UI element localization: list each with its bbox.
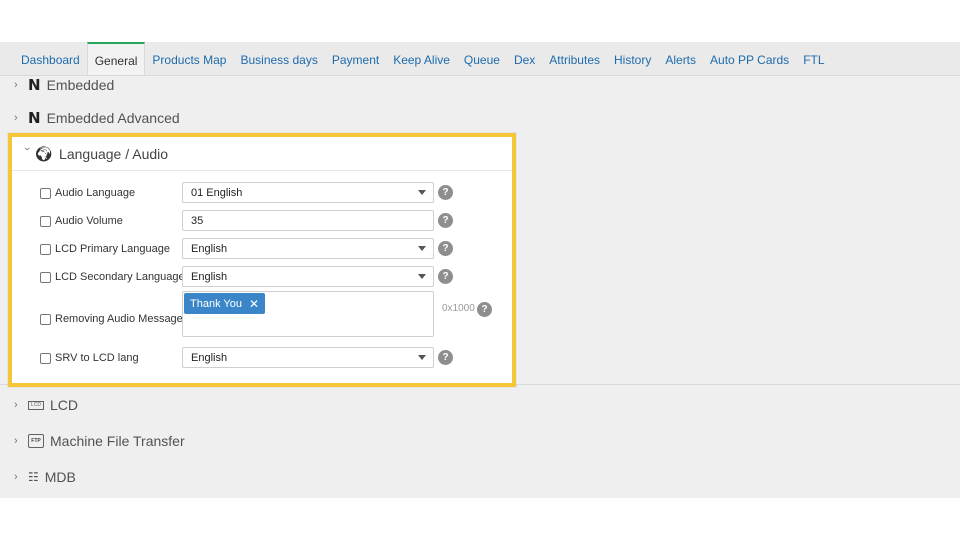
chevron-right-icon: › (14, 79, 18, 91)
section-embedded[interactable]: › N Embedded (14, 76, 114, 94)
ftp-icon: FTP (28, 434, 44, 448)
globe-icon: 🌍︎ (34, 145, 54, 163)
nayax-n-icon: N (28, 76, 41, 94)
tab-products-map[interactable]: Products Map (145, 45, 233, 75)
lcd-primary-language-label: LCD Primary Language (55, 243, 170, 255)
chevron-right-icon: › (14, 399, 18, 411)
caret-down-icon (418, 274, 426, 279)
tab-payment[interactable]: Payment (325, 45, 386, 75)
section-language-audio-label: Language / Audio (59, 145, 169, 162)
lcd-icon: LCD (28, 400, 44, 410)
help-icon[interactable]: ? (438, 269, 453, 284)
section-embedded-advanced-label: Embedded Advanced (46, 110, 180, 126)
tag-chip: Thank You ✕ (184, 293, 266, 314)
audio-language-select[interactable]: 01 English (182, 182, 434, 203)
lcd-secondary-language-checkbox[interactable] (40, 271, 51, 283)
section-embedded-advanced[interactable]: › N Embedded Advanced (14, 109, 180, 127)
audio-language-value: 01 English (191, 186, 243, 199)
caret-down-icon (418, 355, 426, 360)
help-icon[interactable]: ? (438, 350, 453, 365)
tab-general[interactable]: General (86, 42, 146, 75)
chevron-right-icon: › (14, 471, 18, 483)
tab-keep-alive[interactable]: Keep Alive (386, 45, 457, 75)
lcd-secondary-language-row: LCD Secondary Language (40, 271, 185, 283)
audio-language-label: Audio Language (55, 187, 136, 199)
srv-to-lcd-lang-select[interactable]: English (182, 347, 434, 368)
tab-business-days[interactable]: Business days (233, 45, 324, 75)
language-audio-panel: › 🌍︎ Language / Audio Audio Language 01 … (8, 133, 516, 387)
audio-volume-value: 35 (191, 214, 204, 227)
audio-volume-label: Audio Volume (55, 215, 123, 227)
remove-tag-icon[interactable]: ✕ (249, 297, 259, 311)
audio-volume-row: Audio Volume (40, 215, 123, 227)
tab-auto-pp-cards[interactable]: Auto PP Cards (703, 45, 796, 75)
removing-audio-message-checkbox[interactable] (40, 313, 51, 325)
help-icon[interactable]: ? (438, 241, 453, 256)
section-mdb[interactable]: › ☷ MDB (14, 469, 76, 485)
lcd-primary-language-value: English (191, 242, 228, 255)
srv-to-lcd-lang-value: English (191, 351, 228, 364)
section-lcd-label: LCD (50, 397, 79, 413)
audio-volume-checkbox[interactable] (40, 215, 51, 227)
srv-to-lcd-lang-checkbox[interactable] (40, 352, 51, 364)
section-embedded-label: Embedded (46, 77, 115, 93)
srv-to-lcd-lang-label: SRV to LCD lang (55, 352, 139, 364)
section-lcd[interactable]: › LCD LCD (14, 397, 78, 413)
tab-attributes[interactable]: Attributes (542, 45, 607, 75)
lcd-primary-language-row: LCD Primary Language (40, 243, 170, 255)
hex-hint: 0x1000 (442, 303, 475, 314)
help-icon[interactable]: ? (438, 185, 453, 200)
tab-alerts[interactable]: Alerts (658, 45, 703, 75)
removing-audio-message-row: Removing Audio Message (40, 313, 183, 325)
removing-audio-message-label: Removing Audio Message (55, 313, 183, 325)
tab-dashboard[interactable]: Dashboard (14, 45, 87, 75)
help-icon[interactable]: ? (438, 213, 453, 228)
tab-history[interactable]: History (607, 45, 658, 75)
caret-down-icon (418, 190, 426, 195)
audio-language-checkbox[interactable] (40, 187, 51, 199)
chevron-right-icon: › (14, 112, 18, 124)
help-icon[interactable]: ? (477, 302, 492, 317)
tag-label: Thank You (190, 297, 242, 310)
lcd-secondary-language-label: LCD Secondary Language (55, 271, 185, 283)
lcd-secondary-language-value: English (191, 270, 228, 283)
caret-down-icon (418, 246, 426, 251)
tab-queue[interactable]: Queue (457, 45, 507, 75)
chevron-right-icon: › (14, 435, 18, 447)
chevron-down-icon: › (21, 146, 33, 151)
section-machine-file-transfer-label: Machine File Transfer (50, 433, 185, 449)
lcd-primary-language-select[interactable]: English (182, 238, 434, 259)
tab-dex[interactable]: Dex (507, 45, 542, 75)
section-mdb-label: MDB (44, 469, 76, 485)
audio-language-row: Audio Language (40, 187, 135, 199)
removing-audio-message-tag-input[interactable]: Thank You ✕ (182, 291, 434, 337)
mdb-icon: ☷ (28, 470, 39, 484)
section-machine-file-transfer[interactable]: › FTP Machine File Transfer (14, 433, 185, 449)
section-language-audio[interactable]: › 🌍︎ Language / Audio (12, 137, 512, 171)
srv-to-lcd-lang-row: SRV to LCD lang (40, 352, 139, 364)
lcd-primary-language-checkbox[interactable] (40, 243, 51, 255)
audio-volume-input[interactable]: 35 (182, 210, 434, 231)
lcd-secondary-language-select[interactable]: English (182, 266, 434, 287)
nayax-n-icon: N (28, 109, 41, 127)
tab-bar: Dashboard General Products Map Business … (0, 42, 960, 76)
tab-ftl[interactable]: FTL (796, 45, 831, 75)
